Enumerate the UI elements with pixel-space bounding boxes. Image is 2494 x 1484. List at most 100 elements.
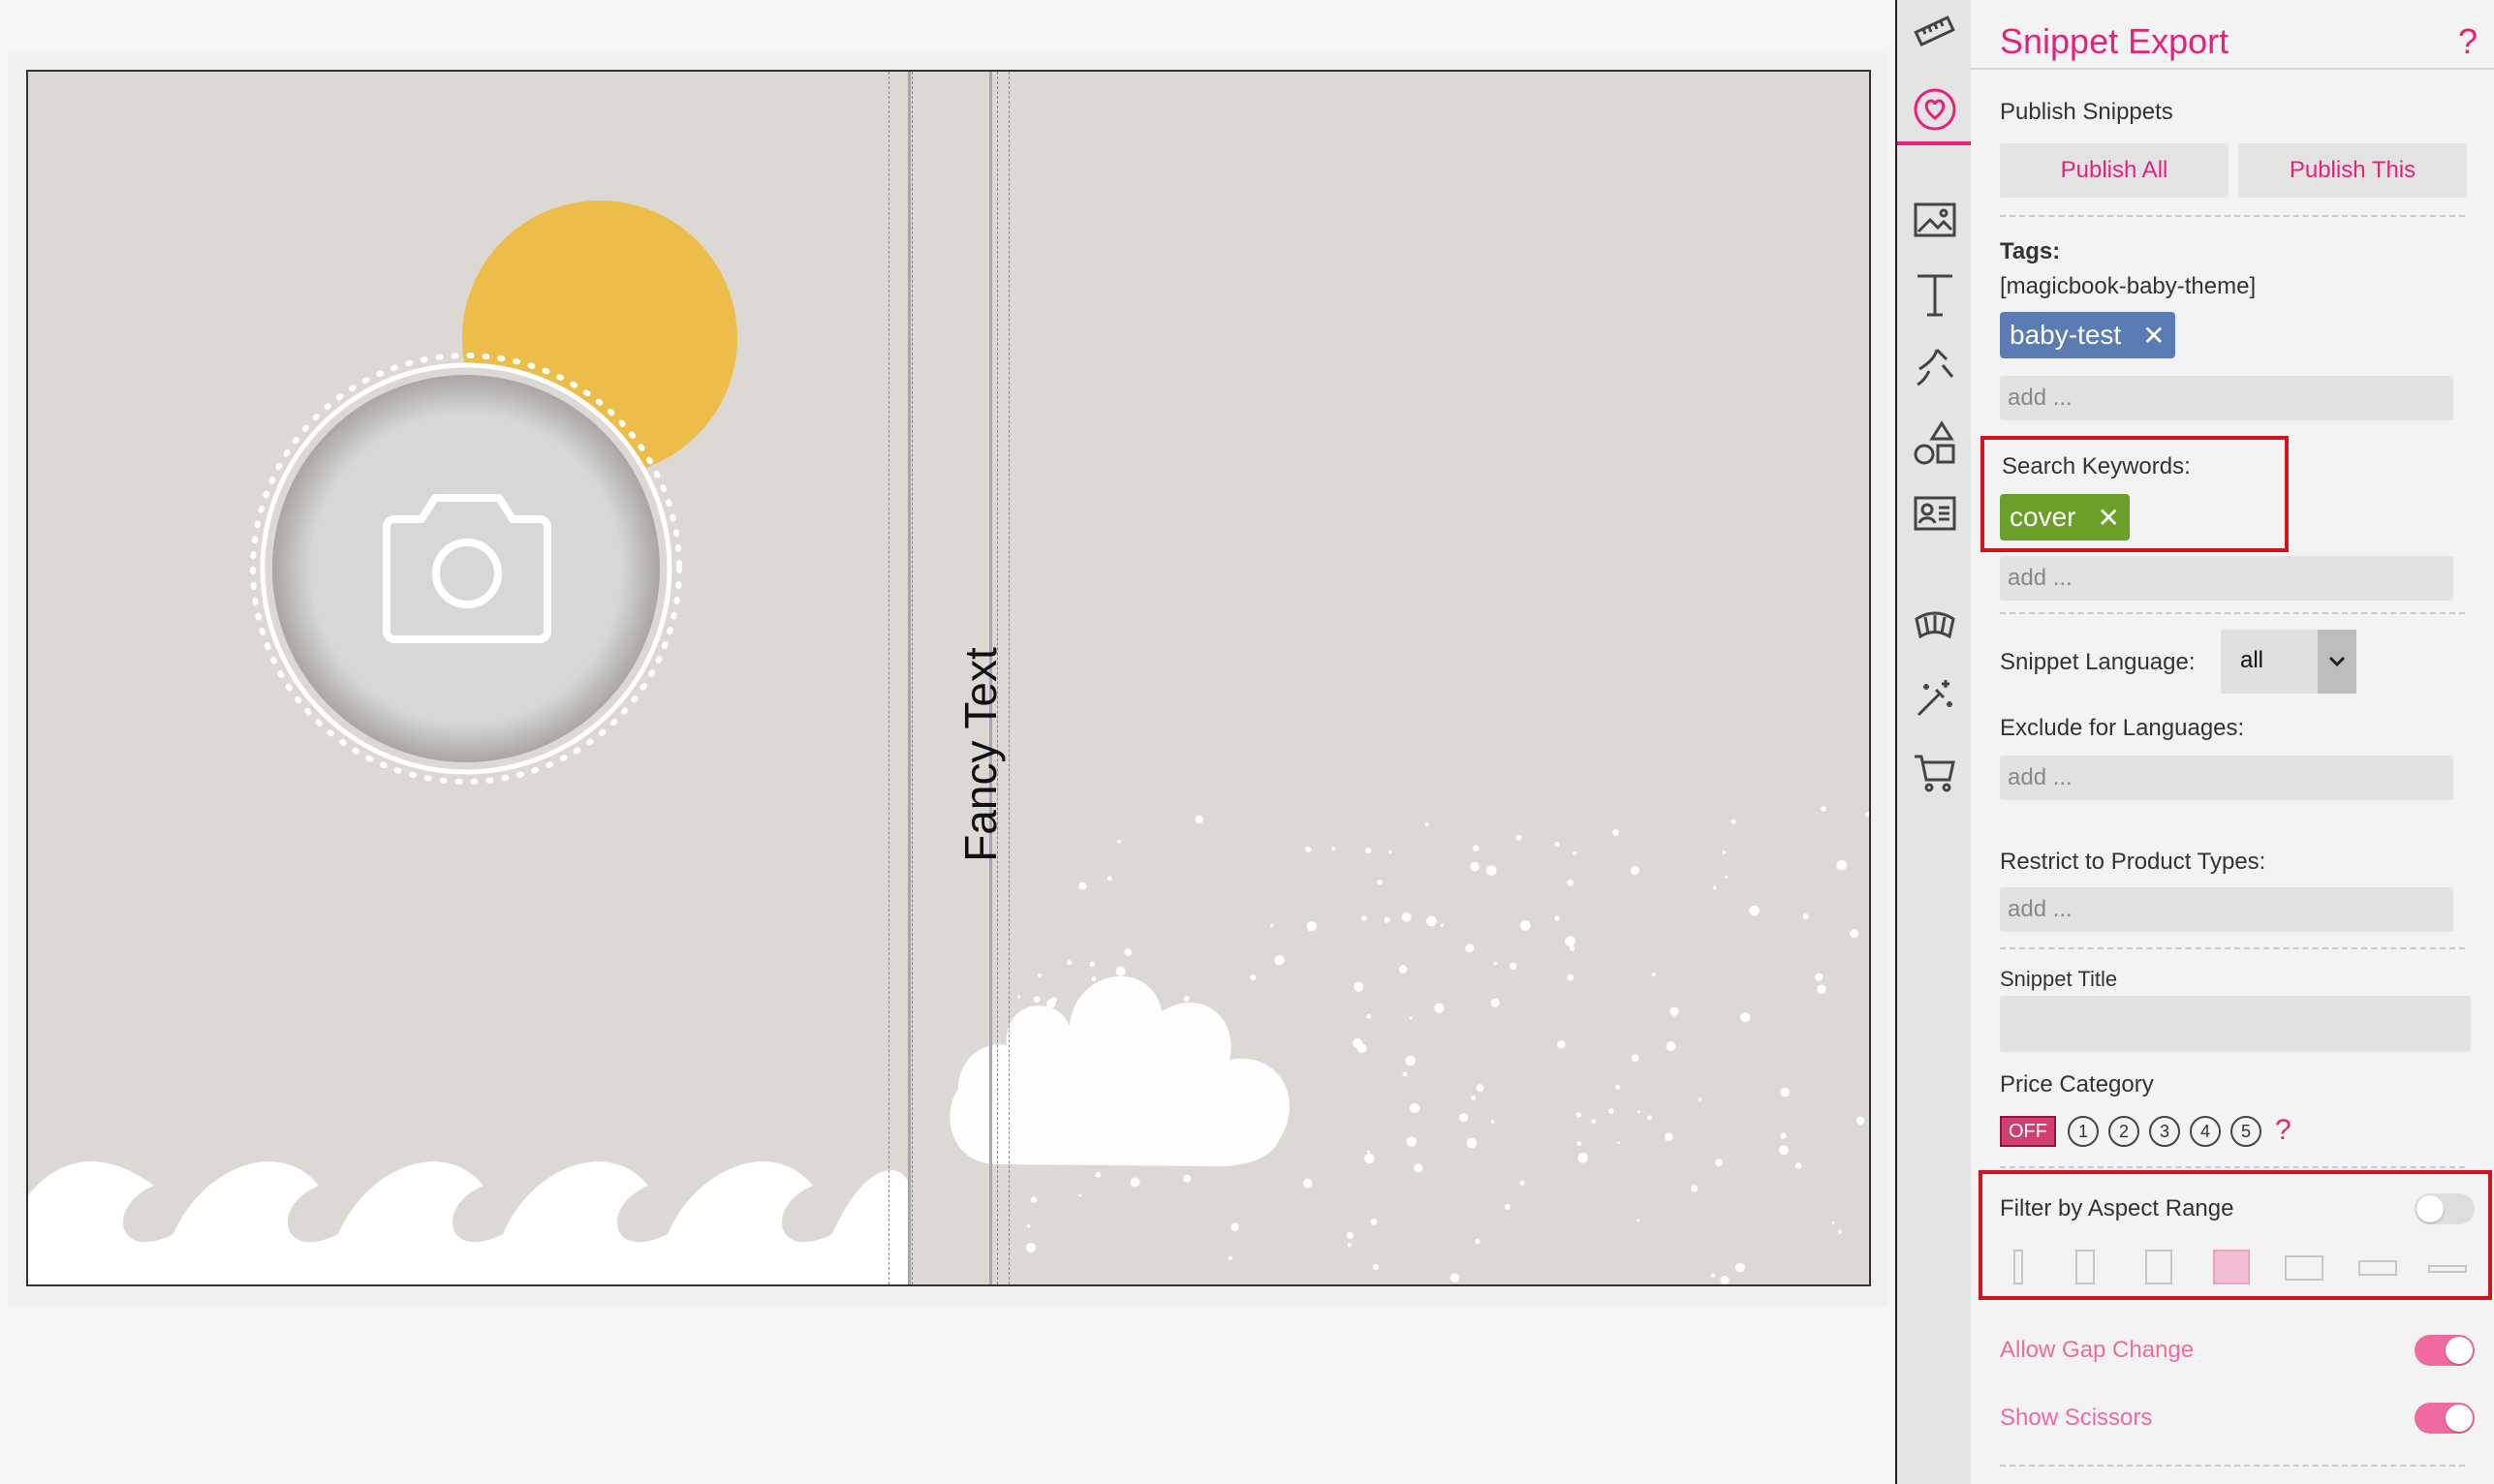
price-level-5[interactable]: 5	[2230, 1116, 2261, 1147]
restrict-product-label: Restrict to Product Types:	[2000, 849, 2266, 875]
snow-dot	[1366, 1150, 1371, 1154]
aspect-option[interactable]	[2213, 1250, 2250, 1284]
snow-dot	[1577, 1152, 1588, 1163]
divider	[2000, 947, 2465, 949]
aspect-option[interactable]	[2145, 1250, 2172, 1284]
snippet-language-select[interactable]: all	[2221, 630, 2356, 694]
tag-chip[interactable]: baby-test ✕	[2000, 312, 2175, 358]
tags-theme-text: [magicbook-baby-theme]	[2000, 273, 2257, 299]
snow-dot	[1637, 1219, 1640, 1222]
clipart-icon[interactable]	[1911, 343, 1959, 391]
snow-dot	[1398, 965, 1408, 974]
snow-dot	[1364, 1153, 1375, 1164]
snow-dot	[1740, 1012, 1751, 1023]
snippet-export-panel: Snippet Export ? Publish Snippets Publis…	[1971, 0, 2494, 1484]
image-icon[interactable]	[1911, 196, 1959, 244]
snow-dot	[1666, 1041, 1676, 1052]
snow-dot	[1406, 1136, 1418, 1147]
publish-this-button[interactable]: Publish This	[2238, 143, 2467, 198]
snippet-title-input[interactable]	[2000, 996, 2471, 1052]
remove-tag-icon[interactable]: ✕	[2142, 320, 2165, 352]
snow-dot	[1591, 1119, 1597, 1124]
snow-dot	[1078, 1193, 1082, 1197]
snow-dot	[1831, 1221, 1835, 1224]
text-icon[interactable]	[1911, 271, 1959, 320]
snow-dot	[1409, 1016, 1413, 1020]
panel-title: Snippet Export	[2000, 21, 2229, 61]
snow-dot	[1821, 806, 1826, 812]
help-icon[interactable]: ?	[2458, 21, 2478, 62]
cloud-shape[interactable]	[950, 975, 1290, 1166]
snow-dot	[1130, 1177, 1140, 1188]
snow-dot	[1353, 1038, 1362, 1048]
chevron-down-icon[interactable]	[2318, 630, 2356, 694]
price-off-button[interactable]: OFF	[2000, 1116, 2056, 1147]
snow-dot	[1305, 846, 1312, 852]
snow-dot	[1361, 915, 1367, 921]
divider	[2000, 215, 2465, 217]
snow-dot	[1554, 842, 1560, 847]
snow-dot	[1183, 1174, 1192, 1183]
exclude-languages-label: Exclude for Languages:	[2000, 715, 2245, 741]
snow-dot	[1630, 866, 1639, 876]
snow-dot	[1470, 861, 1480, 872]
remove-keyword-icon[interactable]: ✕	[2097, 502, 2119, 534]
snow-dot	[1865, 812, 1869, 818]
show-scissors-toggle[interactable]	[2415, 1403, 2475, 1434]
price-level-3[interactable]: 3	[2149, 1116, 2180, 1147]
snow-dot	[1565, 936, 1575, 946]
snow-dot	[1651, 973, 1656, 976]
aspect-option[interactable]	[2285, 1255, 2323, 1281]
cart-icon[interactable]	[1911, 748, 1959, 796]
show-scissors-label: Show Scissors	[2000, 1405, 2153, 1431]
snow-dot	[1471, 1095, 1477, 1100]
publish-all-button[interactable]: Publish All	[2000, 143, 2229, 198]
snow-dot	[1802, 913, 1809, 920]
snow-dot	[1026, 1223, 1031, 1228]
snow-dot	[1372, 1263, 1380, 1271]
snow-dot	[1424, 822, 1429, 827]
book-icon[interactable]	[1911, 603, 1959, 651]
snow-dot	[1836, 859, 1847, 871]
restrict-product-input[interactable]: add ...	[2000, 887, 2453, 932]
snow-dot	[1346, 1232, 1354, 1240]
exclude-languages-input[interactable]: add ...	[2000, 756, 2453, 800]
price-level-2[interactable]: 2	[2108, 1116, 2139, 1147]
shapes-icon[interactable]	[1911, 418, 1959, 467]
heart-icon[interactable]	[1911, 85, 1959, 134]
snow-dot	[1366, 1013, 1372, 1019]
photo-placeholder[interactable]	[272, 375, 660, 762]
contact-card-icon[interactable]	[1911, 489, 1959, 538]
snow-dot	[1331, 847, 1336, 851]
snow-dot	[1306, 921, 1318, 932]
book-cover-page[interactable]: Fancy Text	[26, 70, 1871, 1286]
snow-dot	[1817, 984, 1826, 994]
allow-gap-toggle[interactable]	[2415, 1335, 2475, 1366]
aspect-option[interactable]	[2013, 1250, 2023, 1284]
spine-text-box[interactable]: Fancy Text	[937, 614, 1024, 895]
keyword-chip[interactable]: cover ✕	[2000, 494, 2130, 541]
snow-dot	[1637, 1110, 1641, 1114]
snow-dot	[1033, 996, 1041, 1004]
aspect-option[interactable]	[2358, 1260, 2397, 1276]
filter-aspect-toggle[interactable]	[2415, 1193, 2475, 1224]
guide-line	[888, 72, 889, 1284]
tag-chip-label: baby-test	[2010, 320, 2122, 350]
ruler-icon[interactable]	[1911, 8, 1959, 56]
aspect-option[interactable]	[2075, 1250, 2095, 1284]
price-level-1[interactable]: 1	[2068, 1116, 2099, 1147]
keywords-add-input[interactable]: add ...	[2000, 556, 2453, 601]
magic-wand-icon[interactable]	[1911, 674, 1959, 723]
price-help-icon[interactable]: ?	[2275, 1114, 2291, 1147]
snow-dot	[1850, 929, 1859, 939]
snow-dot	[1195, 815, 1203, 824]
search-keywords-label: Search Keywords:	[2002, 453, 2191, 479]
waves-shape[interactable]	[28, 1161, 910, 1286]
snow-dot	[1576, 1141, 1582, 1146]
price-level-4[interactable]: 4	[2190, 1116, 2221, 1147]
snow-dot	[1365, 848, 1372, 854]
snow-dot	[1095, 1171, 1102, 1178]
aspect-option[interactable]	[2428, 1265, 2467, 1273]
tags-add-input[interactable]: add ...	[2000, 376, 2453, 420]
snippet-language-value: all	[2240, 647, 2264, 673]
